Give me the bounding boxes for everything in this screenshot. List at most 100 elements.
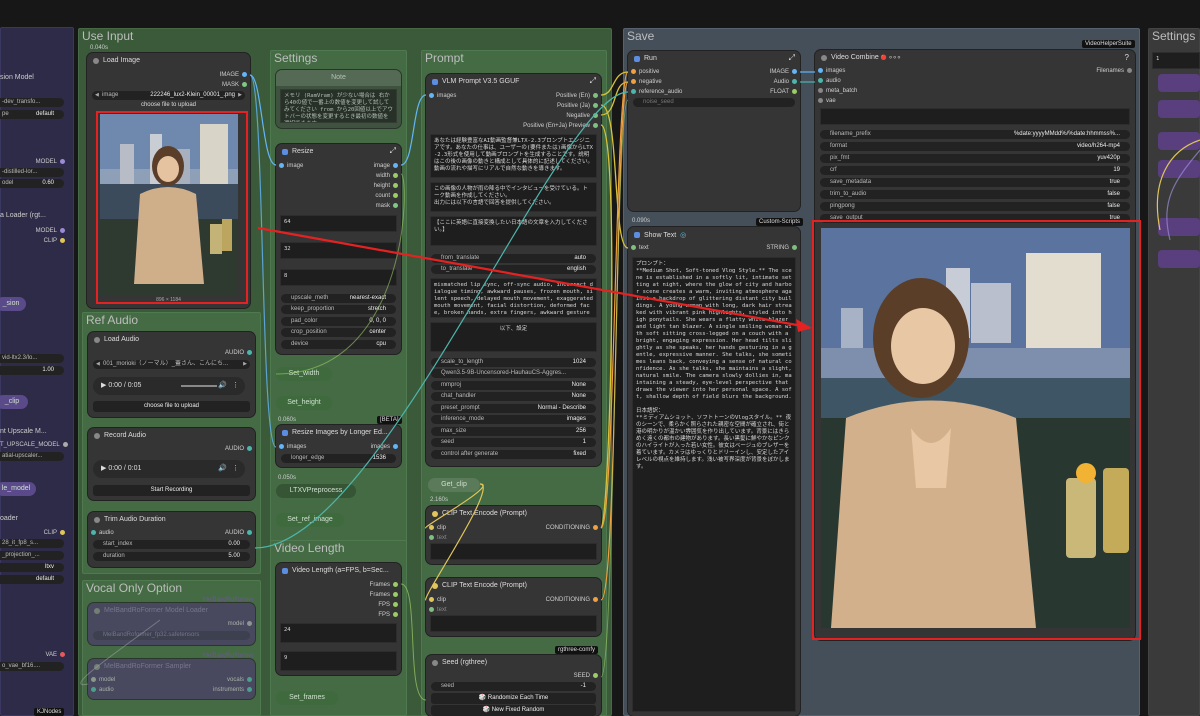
trim-start-index[interactable]: start_index 0.00 bbox=[93, 540, 250, 549]
vc-trim-to-audio-toggle[interactable]: trim_to_audio false bbox=[820, 190, 1130, 199]
vc-empty-field[interactable] bbox=[820, 108, 1130, 125]
load-audio-file-select[interactable]: ◀ 001_morioki（ノーマル）_蓋さん、こんにち... ▶ bbox=[93, 360, 250, 369]
clip2-in-clip[interactable]: clip bbox=[426, 597, 446, 603]
vlm-out-pos-ja[interactable]: Positive (Ja) bbox=[511, 103, 601, 109]
resize-longer-edge[interactable]: longer_edge 1536 bbox=[281, 454, 396, 463]
left-reroute-sion[interactable]: _sion bbox=[0, 297, 26, 311]
vlm-out-negative[interactable]: Negative bbox=[511, 113, 601, 119]
right-purple-node-6[interactable] bbox=[1158, 250, 1200, 268]
clip1-in-clip[interactable]: clip bbox=[426, 525, 446, 531]
resize-in-image[interactable]: image bbox=[276, 163, 303, 169]
clip2-in-text[interactable]: text bbox=[426, 607, 447, 613]
reroute-set-width[interactable]: Set_width bbox=[276, 367, 332, 381]
show-text-out[interactable]: STRING bbox=[740, 245, 800, 251]
clip1-in-text[interactable]: text bbox=[426, 535, 447, 541]
resize-out-height[interactable]: height bbox=[341, 183, 401, 189]
load-image-header[interactable]: Load Image bbox=[87, 53, 250, 69]
arrow-left-icon[interactable]: ◀ bbox=[96, 360, 100, 369]
left-out-clip[interactable]: CLIP bbox=[20, 238, 68, 244]
vlm-out-preview[interactable]: Positive (En+Ja) Preview bbox=[491, 123, 601, 129]
vlm-preset-prompt[interactable]: preset_prompt Normal - Describe bbox=[431, 404, 596, 413]
resize-pad-color[interactable]: pad_color 0, 0, 0 bbox=[281, 317, 396, 326]
run-noise-seed[interactable]: noise_seed bbox=[633, 98, 795, 107]
vlm-system-prompt[interactable]: あなたは経験豊富なAI動画監督兼LTX-2.3プロンプトエンジニアです。あなたの… bbox=[430, 134, 597, 178]
video-length-fps-value[interactable]: 24 bbox=[280, 623, 397, 643]
clip-encode-node-2[interactable]: CLIP Text Encode (Prompt) clip CONDITION… bbox=[426, 578, 601, 636]
left-reroute-upscale[interactable]: le_model bbox=[0, 482, 36, 496]
vlm-in-images[interactable]: images bbox=[426, 93, 456, 99]
left-widget-9[interactable]: _projection_... bbox=[0, 551, 64, 560]
node-canvas[interactable]: { "groups": { "use_input": "Use Input", … bbox=[0, 0, 1200, 716]
resize-longer-in-images[interactable]: images bbox=[276, 444, 306, 450]
left-widget-12[interactable]: o_vae_bf16.... bbox=[0, 662, 64, 671]
reroute-set-height[interactable]: Set_height bbox=[276, 396, 332, 410]
run-out-audio[interactable]: Audio bbox=[740, 79, 800, 85]
vlm-settings-divider[interactable]: 以下、設定 bbox=[430, 322, 597, 352]
vlm-to-translate[interactable]: to_translate english bbox=[431, 265, 596, 274]
vc-out-filenames[interactable]: Filenames bbox=[1055, 68, 1135, 74]
volume-icon[interactable]: 🔊 bbox=[218, 377, 227, 395]
load-image-upload-button[interactable]: choose file to upload bbox=[87, 102, 250, 108]
left-out-clip-2[interactable]: CLIP bbox=[20, 530, 68, 536]
left-out-model-1[interactable]: MODEL bbox=[20, 159, 68, 165]
vlm-chat-handler[interactable]: chat_handler None bbox=[431, 392, 596, 401]
resize-keep-proportion[interactable]: keep_proportion stretch bbox=[281, 305, 396, 314]
vc-in-meta-batch[interactable]: meta_batch bbox=[815, 88, 857, 94]
right-partial-field[interactable]: 1 bbox=[1152, 52, 1200, 69]
vlm-translate-input[interactable]: 【ここに英語に直接変換したい日本語の文章を入力してください。】 bbox=[430, 216, 597, 246]
resize-longer-header[interactable]: Resize Images by Longer Ed... bbox=[276, 425, 401, 441]
resize-out-mask[interactable]: mask bbox=[341, 203, 401, 209]
run-header[interactable]: Run ⤢ bbox=[628, 51, 800, 67]
vlm-header[interactable]: VLM Prompt V3.5 GGUF ⤢ bbox=[426, 74, 601, 90]
melband-loader-node[interactable]: MelBandRoFormer Model Loader model MelBa… bbox=[88, 603, 255, 645]
video-length-out-frames-1[interactable]: Frames bbox=[341, 582, 401, 588]
clip1-textbox[interactable] bbox=[430, 543, 597, 560]
vc-pingpong-toggle[interactable]: pingpong false bbox=[820, 202, 1130, 211]
video-length-header[interactable]: Video Length (a=FPS, b=Sec... bbox=[276, 563, 401, 579]
load-audio-out[interactable]: AUDIO bbox=[195, 350, 255, 356]
vlm-from-translate[interactable]: from_translate auto bbox=[431, 254, 596, 263]
arrow-right-icon[interactable]: ▶ bbox=[238, 91, 242, 100]
audio-player-1[interactable]: ▶ 0:00 / 0:05 🔊 ⋮ bbox=[93, 377, 245, 395]
new-fixed-random-button[interactable]: 🎲 New Fixed Random bbox=[431, 705, 596, 716]
vlm-user-prompt[interactable]: この画像の人物が雨の降る中でインタビューを受けている。トーク動画を作成してくださ… bbox=[430, 182, 597, 212]
resize-upscale-method[interactable]: upscale_meth nearest-exact bbox=[281, 294, 396, 303]
left-out-vae[interactable]: VAE bbox=[20, 652, 68, 658]
note-text[interactable]: メモリ (RamVram) が少ない場合は 右から40の値で一番上の数値を変更し… bbox=[280, 89, 397, 123]
vlm-max-size[interactable]: max_size 256 bbox=[431, 427, 596, 436]
vlm-negative-prompt[interactable]: mismatched lip sync, off-sync audio, inc… bbox=[430, 278, 597, 318]
more-icon[interactable]: ⋮ bbox=[232, 377, 239, 395]
record-audio-out[interactable]: AUDIO bbox=[195, 446, 255, 452]
show-text-header[interactable]: Show Text ◎ bbox=[628, 227, 800, 243]
arrow-right-icon[interactable]: ▶ bbox=[243, 360, 247, 369]
clip2-out-conditioning[interactable]: CONDITIONING bbox=[511, 597, 601, 603]
expand-icon[interactable]: ⤢ bbox=[789, 53, 795, 63]
left-widget-5[interactable]: vid-ltx2.3/lo... bbox=[0, 354, 64, 363]
arrow-left-icon[interactable]: ◀ bbox=[95, 91, 99, 100]
run-in-positive[interactable]: positive bbox=[628, 69, 659, 75]
run-node[interactable]: Run ⤢ positive negative reference_audio I… bbox=[628, 51, 800, 211]
video-length-out-fps-1[interactable]: FPS bbox=[341, 602, 401, 608]
reroute-set-ref-image[interactable]: Set_ref_image bbox=[276, 513, 344, 527]
melband-sampler-header[interactable]: MelBandRoFormer Sampler bbox=[88, 659, 255, 675]
vlm-scale-to-length[interactable]: scale_to_length 1024 bbox=[431, 358, 596, 367]
load-image-file-select[interactable]: ◀ image 222246_lux2-Klein_00001_.png ▶ bbox=[92, 91, 245, 100]
video-length-sec-value[interactable]: 9 bbox=[280, 651, 397, 671]
left-widget-4[interactable]: odel 0.60 bbox=[0, 179, 64, 188]
more-icon[interactable]: ⋮ bbox=[232, 460, 239, 478]
resize-out-width[interactable]: width bbox=[341, 173, 401, 179]
left-widget-8[interactable]: 28_it_fp8_s... bbox=[0, 539, 64, 548]
run-in-negative[interactable]: negative bbox=[628, 79, 662, 85]
clip2-textbox[interactable] bbox=[430, 615, 597, 632]
left-widget-3[interactable]: -distilled-lor... bbox=[0, 168, 64, 177]
vc-save-metadata-toggle[interactable]: save_metadata true bbox=[820, 178, 1130, 187]
seed-header[interactable]: Seed (rgthree) bbox=[426, 655, 601, 671]
melband-out-instruments[interactable]: instruments bbox=[195, 687, 255, 693]
seed-out[interactable]: SEED bbox=[541, 673, 601, 679]
run-out-image[interactable]: IMAGE bbox=[740, 69, 800, 75]
help-icon[interactable]: ? bbox=[1125, 53, 1129, 62]
audio-upload-button[interactable]: choose file to upload bbox=[93, 401, 250, 412]
show-text-node[interactable]: Show Text ◎ text STRING プロンプト： **Medium S… bbox=[628, 227, 800, 716]
node-ltxv-preprocess[interactable]: LTXVPreprocess bbox=[276, 484, 356, 498]
show-text-output[interactable]: プロンプト： **Medium Shot, Soft-toned Vlog St… bbox=[632, 257, 796, 712]
